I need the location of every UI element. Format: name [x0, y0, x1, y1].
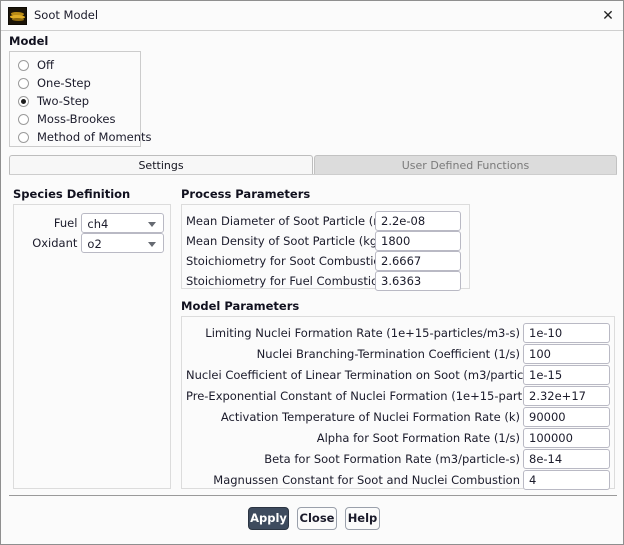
oxidant-select[interactable]: o2 — [81, 233, 164, 253]
model-parameters-box: Limiting Nuclei Formation Rate (1e+15-pa… — [181, 316, 615, 490]
tab-settings[interactable]: Settings — [9, 155, 313, 175]
help-button[interactable]: Help — [345, 507, 380, 530]
model-group-caption: Model — [9, 34, 49, 48]
species-definition-caption: Species Definition — [13, 187, 131, 201]
radio-option-two-step[interactable]: Two-Step — [18, 92, 89, 110]
oxidant-label: Oxidant — [32, 236, 78, 250]
radio-indicator — [18, 77, 29, 89]
process-parameters-caption: Process Parameters — [181, 187, 311, 201]
limiting-nuclei-rate-input[interactable]: 1e-10 — [523, 323, 610, 343]
fuel-label: Fuel — [53, 216, 78, 230]
alpha-soot-rate-label: Alpha for Soot Formation Rate (1/s) — [316, 431, 520, 445]
close-button[interactable]: Close — [297, 507, 337, 530]
apply-button[interactable]: Apply — [248, 507, 289, 530]
footer-separator — [9, 495, 617, 496]
field-row-fuel: Fuel ch4 — [24, 213, 164, 233]
activation-temperature-label: Activation Temperature of Nuclei Formati… — [220, 410, 520, 424]
branching-termination-input[interactable]: 100 — [523, 344, 610, 364]
radio-option-method-of-moments[interactable]: Method of Moments — [18, 128, 152, 146]
magnussen-constant-label: Magnussen Constant for Soot and Nuclei C… — [213, 473, 520, 487]
tab-underline — [9, 174, 617, 175]
beta-soot-rate-input[interactable]: 8e-14 — [523, 449, 610, 469]
stoich-soot-input[interactable]: 2.6667 — [375, 251, 461, 271]
fuel-value: ch4 — [87, 217, 109, 231]
limiting-nuclei-rate-label: Limiting Nuclei Formation Rate (1e+15-pa… — [205, 326, 520, 340]
linear-termination-input[interactable]: 1e-15 — [523, 365, 610, 385]
linear-termination-label: Nuclei Coefficient of Linear Termination… — [186, 368, 549, 382]
stoich-fuel-input[interactable]: 3.6363 — [375, 271, 461, 291]
radio-indicator — [18, 113, 29, 125]
mean-density-input[interactable]: 1800 — [375, 231, 461, 251]
tab-strip: Settings User Defined Functions — [9, 155, 617, 175]
soot-layers-icon — [8, 7, 27, 25]
model-parameters-caption: Model Parameters — [181, 299, 300, 313]
mean-diameter-input[interactable]: 2.2e-08 — [375, 211, 461, 231]
branching-termination-label: Nuclei Branching-Termination Coefficient… — [256, 347, 520, 361]
alpha-soot-rate-input[interactable]: 100000 — [523, 428, 610, 448]
mean-diameter-label: Mean Diameter of Soot Particle (m) — [186, 214, 389, 228]
pre-exponential-constant-input[interactable]: 2.32e+17 — [523, 386, 610, 406]
radio-indicator — [18, 59, 29, 71]
beta-soot-rate-label: Beta for Soot Formation Rate (m3/particl… — [264, 452, 520, 466]
radio-label: One-Step — [37, 76, 91, 90]
footer-bar: Apply Close Help — [1, 501, 623, 541]
species-definition-box: Fuel ch4 Oxidant o2 — [13, 204, 171, 489]
field-row-oxidant: Oxidant o2 — [24, 233, 164, 253]
radio-indicator — [18, 131, 29, 143]
radio-option-off[interactable]: Off — [18, 56, 54, 74]
magnussen-constant-input[interactable]: 4 — [523, 470, 610, 490]
window-title: Soot Model — [34, 8, 99, 22]
radio-label: Moss-Brookes — [37, 112, 116, 126]
stoich-fuel-label: Stoichiometry for Fuel Combustion — [186, 274, 386, 288]
radio-label: Off — [37, 58, 54, 72]
radio-option-moss-brookes[interactable]: Moss-Brookes — [18, 110, 115, 128]
model-group-box: Off One-Step Two-Step Moss-Brookes Metho… — [9, 51, 152, 147]
chevron-down-icon — [148, 222, 156, 227]
radio-indicator-selected — [18, 95, 29, 107]
stoich-soot-label: Stoichiometry for Soot Combustion — [186, 254, 388, 268]
pre-exponential-constant-label: Pre-Exponential Constant of Nuclei Forma… — [186, 389, 581, 403]
mean-density-label: Mean Density of Soot Particle (kg/m3) — [186, 234, 405, 248]
close-icon[interactable]: ✕ — [597, 6, 619, 26]
oxidant-value: o2 — [87, 237, 102, 251]
radio-label: Two-Step — [37, 94, 90, 108]
soot-model-dialog: Soot Model ✕ Model Off One-Step Two-Step… — [0, 0, 624, 545]
fuel-select[interactable]: ch4 — [81, 213, 164, 233]
activation-temperature-input[interactable]: 90000 — [523, 407, 610, 427]
process-parameters-box: Mean Diameter of Soot Particle (m) 2.2e-… — [181, 204, 470, 291]
chevron-down-icon — [148, 242, 156, 247]
tab-user-defined-functions[interactable]: User Defined Functions — [314, 155, 617, 175]
radio-option-one-step[interactable]: One-Step — [18, 74, 91, 92]
radio-label: Method of Moments — [37, 130, 152, 144]
title-bar: Soot Model ✕ — [1, 1, 623, 31]
